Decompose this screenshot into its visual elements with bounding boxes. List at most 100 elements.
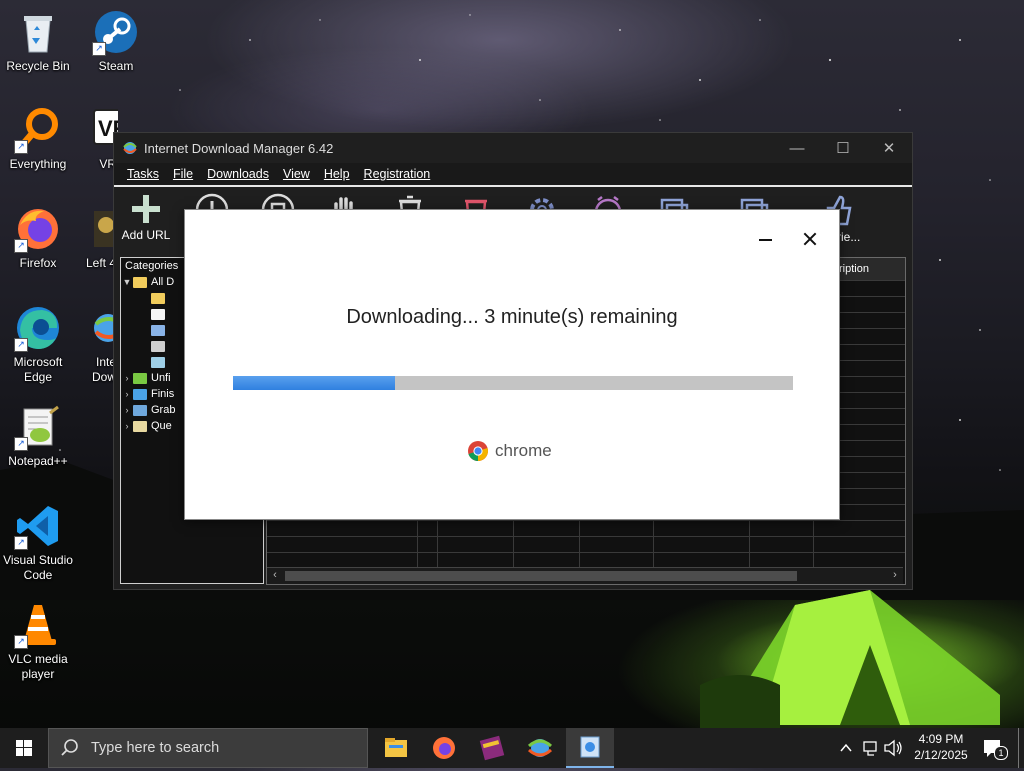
recycle-bin-icon <box>14 8 62 56</box>
maximize-button[interactable]: ☐ <box>820 139 866 157</box>
firefox-icon <box>433 737 455 759</box>
menu-help[interactable]: Help <box>317 167 357 181</box>
menu-tasks[interactable]: Tasks <box>120 167 166 181</box>
close-button[interactable]: ✕ <box>866 139 912 157</box>
desktop-icon-label: Microsoft Edge <box>13 355 63 384</box>
expand-arrow-icon[interactable]: › <box>121 405 133 415</box>
dialog-close-button[interactable] <box>795 224 825 254</box>
chrome-logo-icon <box>468 441 488 461</box>
brand-label: chrome <box>495 441 552 460</box>
steam-icon: ↗ <box>92 8 140 56</box>
category-label: Unfi <box>151 372 171 384</box>
shortcut-arrow-icon: ↗ <box>14 338 28 352</box>
search-placeholder: Type here to search <box>91 740 220 756</box>
everything-search-icon: ↗ <box>14 106 62 154</box>
tent-illustration <box>700 590 1000 730</box>
folder-grabber-icon <box>133 404 147 416</box>
add-url-label: Add URL <box>121 228 171 242</box>
taskbar-search-box[interactable]: Type here to search <box>48 728 368 768</box>
expand-arrow-icon[interactable]: › <box>121 373 133 383</box>
shortcut-arrow-icon: ↗ <box>14 536 28 550</box>
show-desktop-button[interactable] <box>1018 728 1024 768</box>
taskbar-idm[interactable] <box>516 728 564 768</box>
download-progress-bar <box>233 376 793 390</box>
desktop-icon-label: VLC media player <box>8 652 68 681</box>
shortcut-arrow-icon: ↗ <box>14 239 28 253</box>
category-label: Que <box>151 420 172 432</box>
idm-icon <box>122 140 138 156</box>
scroll-right-icon[interactable]: › <box>887 569 903 581</box>
app-icon <box>580 736 600 758</box>
edge-icon: ↗ <box>14 304 62 352</box>
scroll-left-icon[interactable]: ‹ <box>267 569 283 581</box>
download-status-text: Downloading... 3 minute(s) remaining <box>346 306 678 328</box>
folder-unfinished-icon <box>133 372 147 384</box>
desktop-icon-vscode[interactable]: ↗ Visual Studio Code <box>0 502 76 583</box>
menu-file[interactable]: File <box>166 167 200 181</box>
vscode-icon: ↗ <box>14 502 62 550</box>
shortcut-arrow-icon: ↗ <box>14 437 28 451</box>
desktop-icon-label: Firefox <box>19 256 57 270</box>
desktop-icon-recycle-bin[interactable]: Recycle Bin <box>0 8 76 74</box>
clock-time: 4:09 PM <box>918 732 964 746</box>
dialog-minimize-button[interactable] <box>751 224 781 254</box>
column-header-description[interactable]: ription <box>835 258 905 280</box>
taskbar-winrar[interactable] <box>468 728 516 768</box>
chevron-up-icon[interactable] <box>836 728 856 768</box>
desktop-icon-label: Visual Studio Code <box>3 553 73 582</box>
minimize-button[interactable]: — <box>774 140 820 157</box>
video-icon <box>151 356 165 368</box>
volume-icon[interactable] <box>882 728 904 768</box>
taskbar-active-app[interactable] <box>566 728 614 768</box>
progress-fill <box>233 376 396 390</box>
category-label: Grab <box>151 404 176 416</box>
idm-icon <box>78 304 118 352</box>
expand-arrow-icon[interactable]: › <box>121 389 133 399</box>
vr-icon: VR <box>78 106 118 154</box>
desktop-icon-notepadpp[interactable]: ↗ Notepad++ <box>0 403 76 469</box>
program-icon <box>151 340 165 352</box>
window-title: Internet Download Manager 6.42 <box>144 140 334 156</box>
taskbar-firefox[interactable] <box>420 728 468 768</box>
scrollbar-thumb[interactable] <box>285 571 797 581</box>
taskbar-clock[interactable]: 4:09 PM 2/12/2025 <box>906 731 976 763</box>
taskbar-file-explorer[interactable] <box>372 728 420 768</box>
notification-count: 1 <box>994 746 1008 760</box>
category-label: All D <box>151 276 175 288</box>
desktop-icon-label: Notepad++ <box>8 454 68 468</box>
menu-registration[interactable]: Registration <box>357 167 438 181</box>
desktop-icon-edge[interactable]: ↗ Microsoft Edge <box>0 304 76 385</box>
plus-icon <box>132 195 160 223</box>
desktop-icon-label: Steam <box>98 59 134 73</box>
system-tray <box>836 728 906 768</box>
search-icon <box>61 739 78 756</box>
chrome-download-dialog[interactable]: Downloading... 3 minute(s) remaining chr… <box>184 209 840 520</box>
desktop-icon-vr[interactable]: VR VR <box>78 106 118 172</box>
desktop-icon-left4dead[interactable]: Left 4 <box>78 205 118 271</box>
folder-icon <box>151 292 165 304</box>
menu-downloads[interactable]: Downloads <box>200 167 276 181</box>
add-url-button[interactable]: Add URL <box>116 192 176 242</box>
desktop-icon-idm[interactable]: Inte Dow <box>78 304 118 385</box>
shortcut-arrow-icon: ↗ <box>14 635 28 649</box>
collapse-arrow-icon[interactable]: ▼ <box>121 277 133 287</box>
desktop-icon-label: Recycle Bin <box>6 59 70 73</box>
network-icon[interactable] <box>860 728 882 768</box>
start-button[interactable] <box>0 728 48 768</box>
folder-queues-icon <box>133 420 147 432</box>
desktop-icon-everything[interactable]: ↗ Everything <box>0 106 76 172</box>
horizontal-scrollbar[interactable]: ‹ › <box>267 567 903 584</box>
chrome-brand: chrome <box>467 440 552 462</box>
desktop-icon-steam[interactable]: ↗ Steam <box>78 8 154 74</box>
desktop-icon-firefox[interactable]: ↗ Firefox <box>0 205 76 271</box>
idm-title-bar[interactable]: Internet Download Manager 6.42 — ☐ ✕ <box>114 133 912 163</box>
left4dead-icon <box>78 205 118 253</box>
notification-center-button[interactable]: 1 <box>978 728 1008 768</box>
menu-view[interactable]: View <box>276 167 317 181</box>
folder-finished-icon <box>133 388 147 400</box>
desktop-icon-label: Inte Dow <box>91 355 116 384</box>
desktop-icon-vlc[interactable]: ↗ VLC media player <box>0 601 76 682</box>
desktop-icon-label: Left 4 <box>85 256 116 270</box>
folder-open-icon <box>133 276 147 288</box>
expand-arrow-icon[interactable]: › <box>121 421 133 431</box>
